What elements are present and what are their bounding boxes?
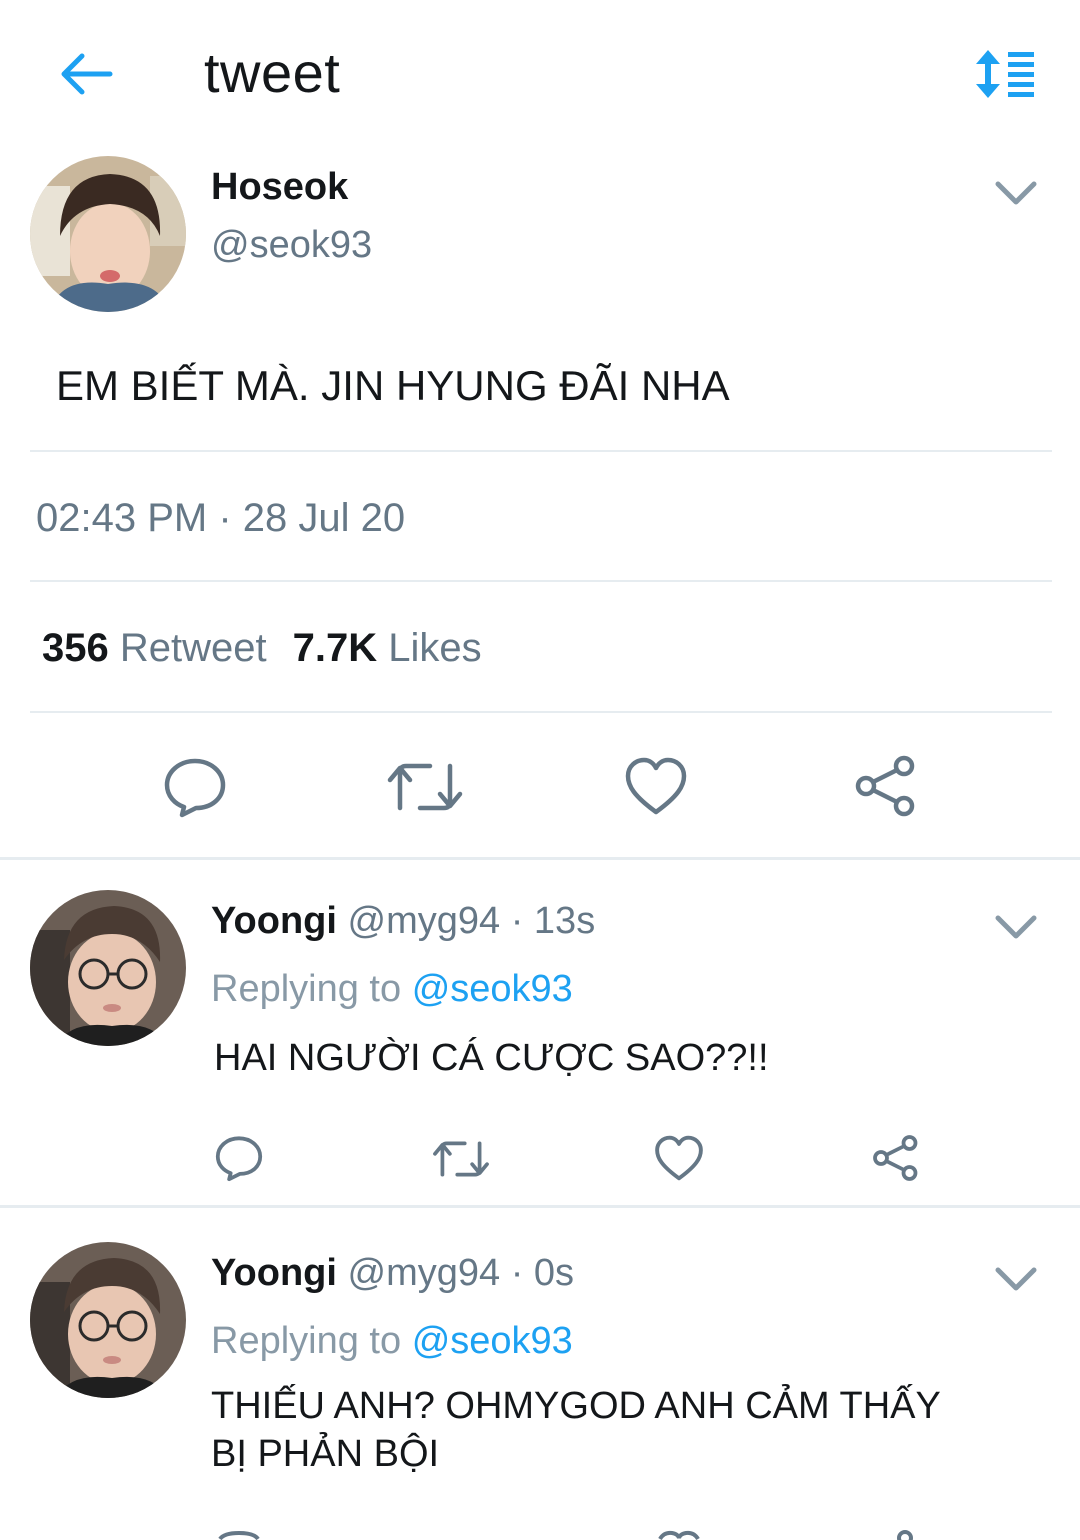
tweet-text: EM BIẾT MÀ. JIN HYUNG ĐÃI NHA <box>56 362 730 409</box>
meta-separator: · <box>218 496 232 540</box>
section-divider <box>0 1205 1080 1208</box>
section-divider <box>0 857 1080 860</box>
share-button[interactable] <box>872 1134 920 1182</box>
reply-time: 13s <box>533 900 596 942</box>
sort-list-icon <box>976 50 1034 98</box>
meta-separator: · <box>510 1252 524 1294</box>
retweet-label[interactable]: Retweet <box>120 626 267 670</box>
reply-avatar[interactable] <box>30 890 186 1046</box>
reply-header: Yoongi @myg94 · 13s <box>211 900 595 943</box>
reply-text: THIẾU ANH? OHMYGOD ANH CẢM THẤY BỊ PHẢN … <box>211 1382 941 1478</box>
avatar-photo <box>30 1242 186 1398</box>
like-button[interactable] <box>624 756 688 816</box>
retweet-icon <box>387 763 463 811</box>
heart-icon <box>625 757 687 815</box>
avatar-photo <box>30 156 186 312</box>
reply-button[interactable] <box>214 1134 264 1182</box>
heart-icon <box>658 1530 700 1540</box>
reply-text: HAI NGƯỜI CÁ CƯỢC SAO??!! <box>214 1037 769 1079</box>
share-button[interactable] <box>854 754 918 818</box>
reply-button[interactable] <box>162 756 228 818</box>
divider <box>30 450 1052 452</box>
reply-bubble-icon <box>215 1136 263 1182</box>
top-bar: tweet <box>0 0 1080 150</box>
reply-button[interactable] <box>214 1530 264 1540</box>
likes-label[interactable]: Likes <box>388 626 481 670</box>
reply-header: Yoongi @myg94 · 0s <box>211 1252 574 1295</box>
reply-avatar[interactable] <box>30 1242 186 1398</box>
replying-to-handle[interactable]: @seok93 <box>412 1320 573 1362</box>
author-name[interactable]: Hoseok <box>211 166 348 209</box>
reply-author-name[interactable]: Yoongi <box>211 900 337 942</box>
tweet-timestamp: 02:43 PM · 28 Jul 20 <box>36 496 405 541</box>
replying-to-label: Replying to <box>211 968 402 1010</box>
tweet-stats: 356 Retweet 7.7K Likes <box>42 626 482 671</box>
share-button[interactable] <box>890 1530 920 1540</box>
reply-text-line: THIẾU ANH? OHMYGOD ANH CẢM THẤY <box>211 1385 941 1427</box>
reply-bubble-icon <box>218 1530 260 1540</box>
divider <box>30 580 1052 582</box>
sort-button[interactable] <box>970 46 1038 102</box>
tweet-time: 02:43 PM <box>36 496 208 540</box>
chevron-down-icon <box>995 915 1037 939</box>
tweet-menu-button[interactable] <box>992 178 1040 208</box>
retweet-count[interactable]: 356 <box>42 626 109 670</box>
arrow-left-icon <box>61 53 113 95</box>
likes-count[interactable]: 7.7K <box>293 626 378 670</box>
replying-to-label: Replying to <box>211 1320 402 1362</box>
reply-text-line: BỊ PHẢN BỘI <box>211 1433 440 1475</box>
like-button[interactable] <box>654 1134 704 1182</box>
share-icon <box>897 1530 913 1540</box>
retweet-icon <box>433 1141 489 1177</box>
heart-icon <box>655 1135 703 1181</box>
meta-separator: · <box>510 900 524 942</box>
reply-author-name[interactable]: Yoongi <box>211 1252 337 1294</box>
tweet-date: 28 Jul 20 <box>242 496 406 540</box>
chevron-down-icon <box>995 1267 1037 1291</box>
replying-to-handle[interactable]: @seok93 <box>412 968 573 1010</box>
like-button[interactable] <box>654 1530 704 1540</box>
author-handle[interactable]: @seok93 <box>211 224 372 267</box>
author-avatar[interactable] <box>30 156 186 312</box>
reply-bubble-icon <box>164 758 226 818</box>
back-button[interactable] <box>56 48 116 100</box>
share-icon <box>855 755 915 817</box>
reply-time: 0s <box>533 1252 575 1294</box>
share-icon <box>873 1135 918 1181</box>
reply-menu-button[interactable] <box>992 912 1040 942</box>
reply-menu-button[interactable] <box>992 1264 1040 1294</box>
avatar-photo <box>30 890 186 1046</box>
reply-author-handle[interactable]: @myg94 <box>348 900 501 942</box>
replying-to: Replying to @seok93 <box>211 1320 573 1363</box>
page-title: tweet <box>204 41 341 104</box>
retweet-button[interactable] <box>386 760 464 814</box>
reply-author-handle[interactable]: @myg94 <box>348 1252 501 1294</box>
chevron-down-icon <box>995 181 1037 205</box>
divider <box>30 711 1052 713</box>
replying-to: Replying to @seok93 <box>211 968 573 1011</box>
retweet-button[interactable] <box>432 1138 490 1180</box>
